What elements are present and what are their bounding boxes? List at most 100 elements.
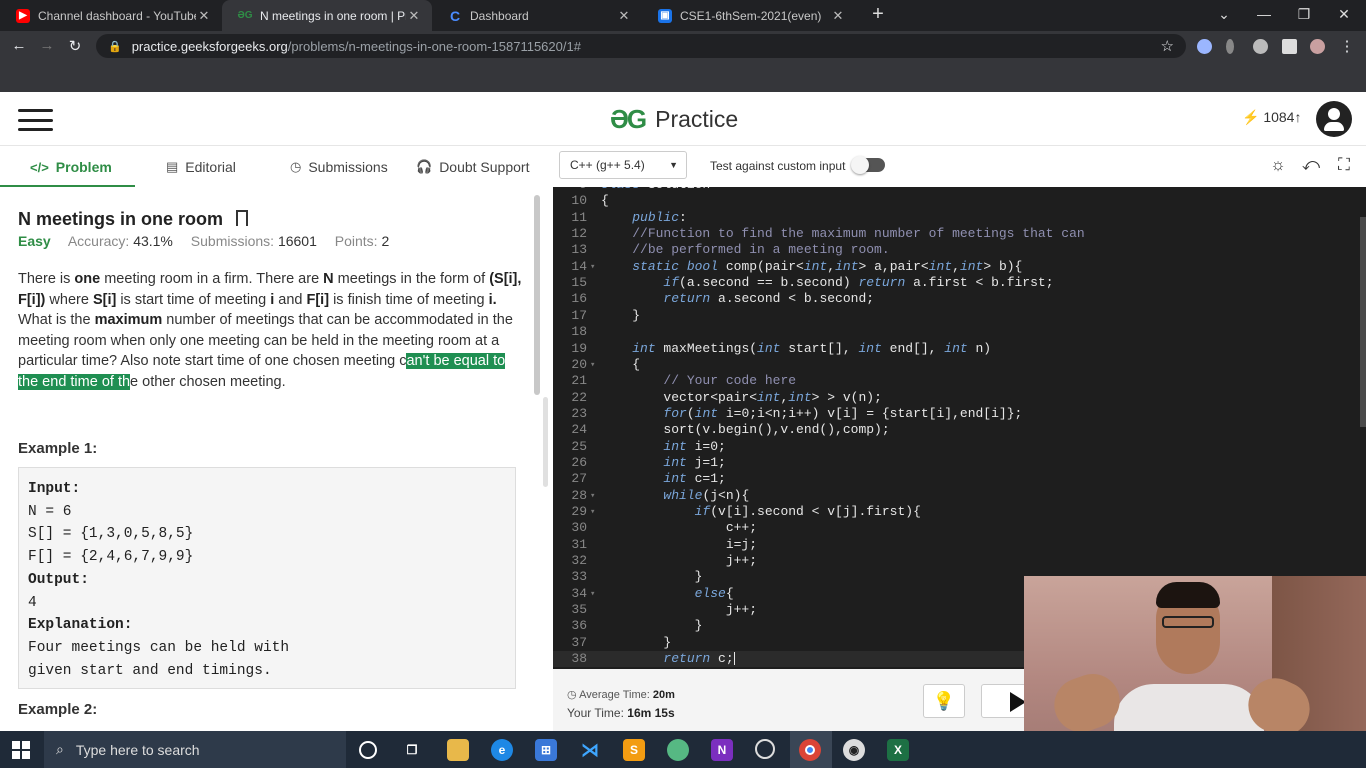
custom-input-toggle[interactable]	[851, 156, 885, 174]
code-line[interactable]: 12 //Function to find the maximum number…	[553, 226, 1366, 242]
line-number: 34	[571, 585, 587, 601]
reset-icon[interactable]: ⤺	[1301, 155, 1321, 175]
windows-start-icon[interactable]	[12, 741, 30, 759]
excel-icon[interactable]: X	[887, 739, 909, 761]
vscode-icon[interactable]: ⋊	[579, 739, 601, 761]
code-line[interactable]: 32 j++;	[553, 553, 1366, 569]
code-line[interactable]: 29 ▾ if(v[i].second < v[j].first){	[553, 504, 1366, 520]
gamepad-icon[interactable]: ◉	[843, 739, 865, 761]
app-icon[interactable]	[667, 739, 689, 761]
hamburger-menu-icon[interactable]	[18, 109, 53, 131]
logo[interactable]: ƏG Practice	[610, 104, 738, 134]
scrollbar[interactable]	[534, 195, 540, 395]
line-number: 24	[571, 422, 587, 438]
code-line[interactable]: 26 int j=1;	[553, 455, 1366, 471]
code-line[interactable]: 16 return a.second < b.second;	[553, 291, 1366, 307]
bookmark-icon[interactable]	[236, 210, 248, 226]
language-select[interactable]: C++ (g++ 5.4) ▼	[559, 151, 687, 179]
scrollbar[interactable]	[543, 397, 548, 487]
code-line[interactable]: 14 ▾ static bool comp(pair<int,int> a,pai…	[553, 259, 1366, 275]
close-icon[interactable]: ✕	[196, 8, 212, 24]
theme-sun-icon[interactable]: ☼	[1268, 155, 1288, 175]
minimize-button[interactable]: —	[1254, 6, 1274, 22]
fold-arrow-icon[interactable]: ▾	[590, 488, 595, 504]
onenote-icon[interactable]: N	[711, 739, 733, 761]
example-line: given start and end timings.	[28, 662, 272, 679]
tab-problem[interactable]: </> Problem	[30, 147, 112, 187]
code-line[interactable]: 13 //be performed in a meeting room.	[553, 242, 1366, 258]
streak-counter[interactable]: ⚡ 1084↑	[1242, 109, 1301, 126]
browser-tab-dashboard[interactable]: C Dashboard ✕	[432, 0, 642, 31]
code-line[interactable]: 24 sort(v.begin(),v.end(),comp);	[553, 422, 1366, 438]
extension-icon[interactable]	[1226, 39, 1234, 54]
code-line[interactable]: 25 int i=0;	[553, 439, 1366, 455]
tab-doubt-support[interactable]: 🎧 Doubt Support	[416, 147, 529, 187]
fold-arrow-icon[interactable]: ▾	[590, 586, 595, 602]
code-line[interactable]: 11 public:	[553, 210, 1366, 226]
code-line[interactable]: 28 ▾ while(j<n){	[553, 488, 1366, 504]
file-explorer-icon[interactable]	[447, 739, 469, 761]
edge-icon[interactable]: e	[491, 739, 513, 761]
avatar[interactable]	[1316, 101, 1352, 137]
new-tab-button[interactable]: +	[868, 4, 888, 26]
store-icon[interactable]: ⊞	[535, 739, 557, 761]
line-number: 17	[571, 307, 587, 323]
sublime-icon[interactable]: S	[623, 739, 645, 761]
chrome-icon[interactable]	[799, 739, 821, 761]
code-line[interactable]: 23 for(int i=0;i<n;i++) v[i] = {start[i]…	[553, 406, 1366, 422]
streak-value: 1084	[1263, 109, 1295, 125]
code-line[interactable]: 30 c++;	[553, 520, 1366, 536]
code-line[interactable]: 15 if(a.second == b.second) return a.fir…	[553, 275, 1366, 291]
hint-bulb-button[interactable]: 💡	[923, 684, 965, 718]
line-number: 36	[571, 618, 587, 634]
line-number: 31	[571, 536, 587, 552]
profile-icon[interactable]	[1310, 39, 1325, 54]
url-bar[interactable]: 🔒 practice.geeksforgeeks.org/problems/n-…	[96, 34, 1186, 58]
code-text: return a.second < b.second;	[663, 291, 875, 307]
tab-submissions[interactable]: ◷ Submissions	[290, 147, 388, 187]
close-icon[interactable]: ✕	[616, 8, 632, 24]
code-line[interactable]: 22 vector<pair<int,int> > v(n);	[553, 390, 1366, 406]
fullscreen-icon[interactable]: ⛶	[1334, 155, 1354, 175]
cortana-icon[interactable]	[359, 741, 377, 759]
task-view-icon[interactable]: ❐	[401, 739, 423, 761]
fold-arrow-icon[interactable]: ▾	[590, 259, 595, 275]
code-line[interactable]: 10 {	[553, 193, 1366, 209]
close-icon[interactable]: ✕	[406, 8, 422, 24]
obs-icon[interactable]	[755, 739, 775, 759]
line-number: 16	[571, 291, 587, 307]
accuracy-value: 43.1%	[133, 233, 173, 249]
extension-icon[interactable]	[1197, 39, 1212, 54]
bookmark-star-icon[interactable]: ☆	[1161, 37, 1174, 55]
fold-arrow-icon[interactable]: ▾	[590, 357, 595, 373]
code-line[interactable]: 19 int maxMeetings(int start[], int end[…	[553, 341, 1366, 357]
code-text: int maxMeetings(int start[], int end[], …	[632, 340, 992, 356]
close-icon[interactable]: ✕	[830, 8, 846, 24]
code-line[interactable]: 17 }	[553, 308, 1366, 324]
browser-tab-gfg[interactable]: ƏG N meetings in one room | Practic ✕	[222, 0, 432, 31]
browser-tab-youtube[interactable]: ▶ Channel dashboard - YouTube St ✕	[0, 0, 222, 31]
puzzle-icon[interactable]	[1282, 39, 1297, 54]
back-icon[interactable]: ←	[10, 37, 28, 54]
code-line[interactable]: 18	[553, 324, 1366, 340]
line-number: 20	[571, 356, 587, 372]
code-line[interactable]: 27 int c=1;	[553, 471, 1366, 487]
gfg-logo-mark: ƏG	[610, 103, 647, 134]
tab-editorial[interactable]: ▤ Editorial	[166, 147, 236, 187]
close-window-button[interactable]: ✕	[1334, 6, 1354, 23]
tab-search-icon[interactable]: ⌄	[1214, 6, 1234, 23]
menu-kebab-icon[interactable]: ⋮	[1338, 37, 1356, 55]
code-line[interactable]: 21 // Your code here	[553, 373, 1366, 389]
restore-button[interactable]: ❐	[1294, 6, 1314, 23]
code-line[interactable]: 20 ▾ {	[553, 357, 1366, 373]
fold-arrow-icon[interactable]: ▾	[590, 504, 595, 520]
extension-icon[interactable]	[1253, 39, 1268, 54]
tab-title: N meetings in one room | Practic	[260, 8, 406, 23]
reload-icon[interactable]: ↻	[66, 37, 84, 55]
taskbar-search[interactable]: ⌕ Type here to search	[44, 731, 346, 768]
line-number: 11	[571, 209, 587, 225]
browser-tab-classroom[interactable]: ▣ CSE1-6thSem-2021(even) ✕	[642, 0, 856, 31]
forward-icon[interactable]: →	[38, 37, 56, 54]
code-line[interactable]: 31 i=j;	[553, 537, 1366, 553]
windows-taskbar: ⌕ Type here to search ❐ e ⊞ ⋊ S N ◉ X	[0, 731, 1366, 768]
